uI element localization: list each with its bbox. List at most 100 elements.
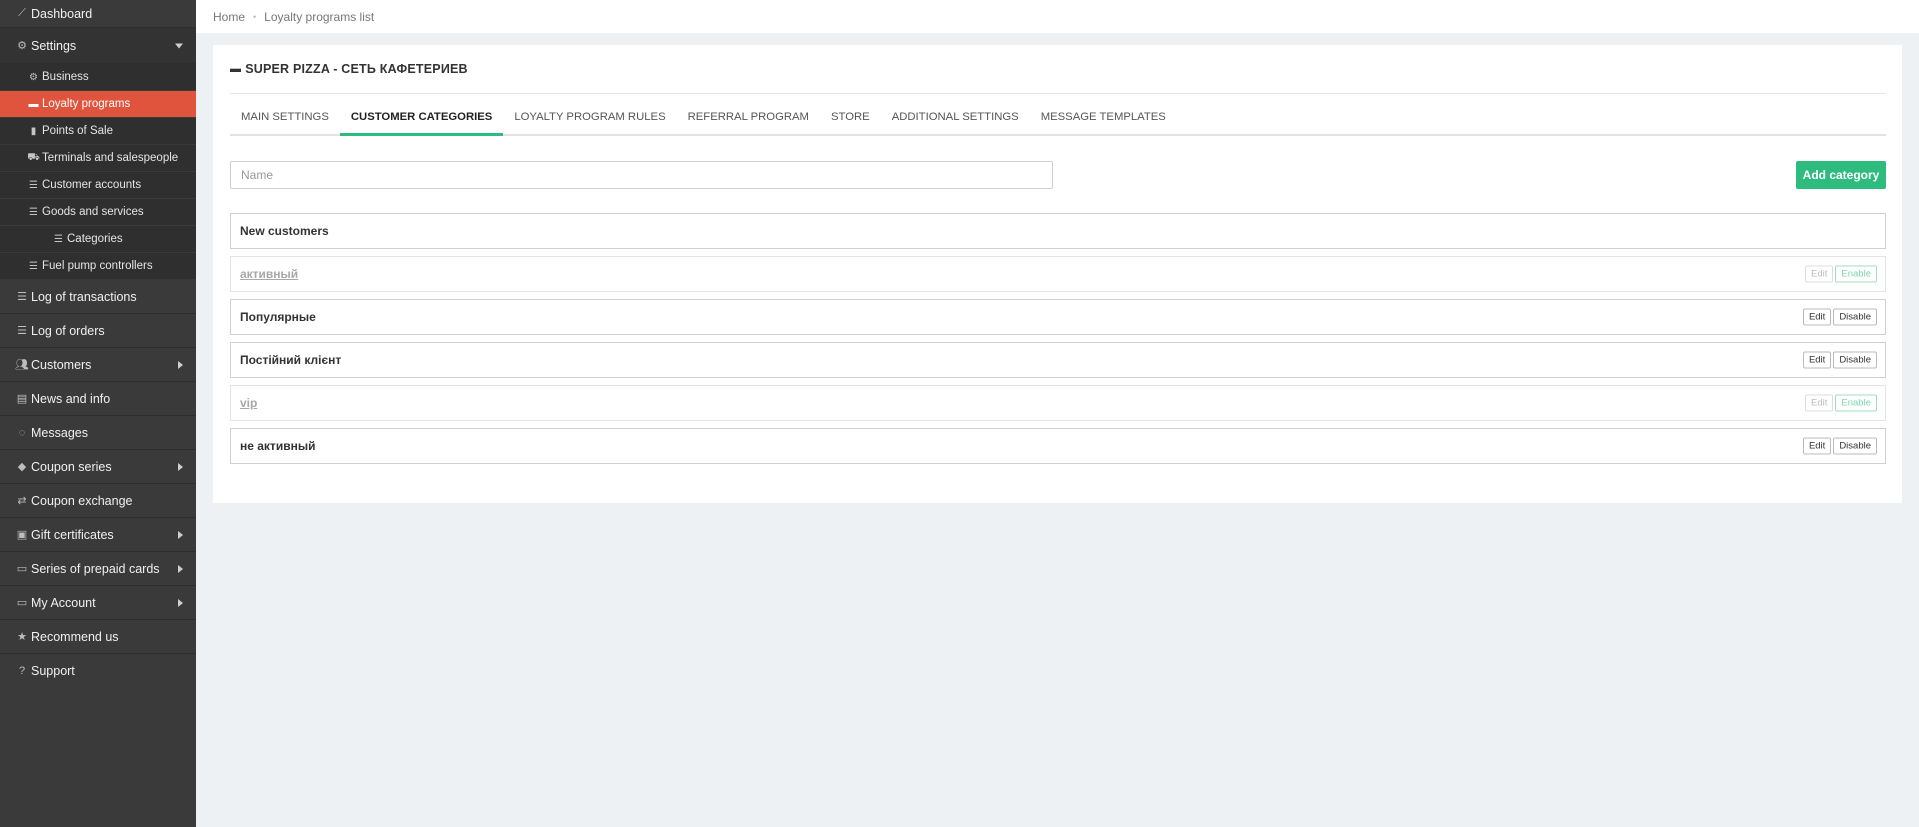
building-icon: ▮ [30, 125, 37, 137]
tab-loyalty-program-rules[interactable]: LOYALTY PROGRAM RULES [503, 101, 676, 134]
sidebar: ⟋ Dashboard ⚙ Settings ⚙ Business ▬ Loya… [0, 0, 196, 827]
category-row: vip Edit Enable [230, 385, 1886, 421]
disable-button[interactable]: Disable [1833, 351, 1877, 369]
list-icon: ☰ [29, 206, 38, 218]
chevron-right-icon [178, 530, 183, 539]
category-name: Популярные [240, 310, 316, 324]
sidebar-item-terminals[interactable]: ⛟ Terminals and salespeople [0, 145, 196, 172]
gear-icon: ⚙ [29, 71, 38, 83]
sidebar-item-gift-certificates[interactable]: ▣ Gift certificates [0, 518, 196, 552]
briefcase-icon: ▬ [230, 63, 242, 75]
credit-card-icon: ▭ [16, 597, 28, 609]
category-name[interactable]: активный [240, 267, 298, 281]
chevron-right-icon [178, 564, 183, 573]
sidebar-item-messages[interactable]: ◌ Messages [0, 416, 196, 450]
row-actions: Edit Disable [1802, 308, 1877, 326]
add-category-button[interactable]: Add category [1796, 161, 1886, 189]
sidebar-item-label: Customer accounts [42, 179, 142, 191]
category-name-input[interactable] [230, 161, 1053, 189]
sidebar-item-customers[interactable]: 👥︎ Customers [0, 348, 196, 382]
category-name: Постійний клієнт [240, 353, 342, 367]
tab-message-templates[interactable]: MESSAGE TEMPLATES [1030, 101, 1177, 134]
sidebar-item-label: Points of Sale [42, 125, 113, 137]
briefcase-icon: ▬ [28, 98, 39, 110]
category-row: активный Edit Enable [230, 256, 1886, 292]
edit-button[interactable]: Edit [1802, 351, 1832, 369]
money-icon: ▭ [16, 563, 28, 575]
sidebar-item-coupon-exchange[interactable]: ⇄ Coupon exchange [0, 484, 196, 518]
sidebar-item-prepaid-cards[interactable]: ▭ Series of prepaid cards [0, 552, 196, 586]
row-actions: Edit Enable [1805, 265, 1877, 283]
sidebar-item-label: Recommend us [31, 629, 119, 644]
list-icon: ☰ [17, 325, 27, 337]
sidebar-item-label: Terminals and salespeople [42, 152, 179, 164]
sidebar-item-label: Support [31, 664, 75, 678]
category-row: не активный Edit Disable [230, 428, 1886, 464]
sidebar-item-log-of-orders[interactable]: ☰ Log of orders [0, 314, 196, 348]
sidebar-item-label: Fuel pump controllers [42, 260, 153, 272]
tab-store[interactable]: STORE [820, 101, 881, 134]
sidebar-item-label: My Account [31, 595, 96, 610]
sidebar-item-label: Customers [31, 357, 92, 372]
page-title-text: SUPER PIZZA - СЕТЬ КАФЕТЕРИЕВ [245, 62, 468, 76]
tab-additional-settings[interactable]: ADDITIONAL SETTINGS [881, 101, 1030, 134]
edit-button[interactable]: Edit [1802, 437, 1832, 455]
gear-icon: ⚙ [17, 40, 27, 52]
question-icon: ? [18, 665, 26, 677]
sidebar-item-points-of-sale[interactable]: ▮ Points of Sale [0, 118, 196, 145]
list-icon: ☰ [29, 179, 38, 191]
sidebar-item-goods-and-services[interactable]: ☰ Goods and services [0, 199, 196, 226]
sidebar-item-support[interactable]: ? Support [0, 654, 196, 688]
enable-button[interactable]: Enable [1835, 265, 1877, 283]
sidebar-item-business[interactable]: ⚙ Business [0, 64, 196, 91]
sidebar-item-coupon-series[interactable]: ◆ Coupon series [0, 450, 196, 484]
sidebar-item-settings[interactable]: ⚙ Settings [0, 28, 196, 64]
tab-bar: MAIN SETTINGS CUSTOMER CATEGORIES LOYALT… [230, 101, 1886, 136]
star-icon: ★ [17, 631, 27, 643]
sidebar-item-label: Business [42, 71, 89, 83]
tab-main-settings[interactable]: MAIN SETTINGS [230, 101, 340, 134]
sidebar-item-label: Coupon series [31, 459, 112, 474]
sidebar-item-label: Log of transactions [31, 289, 137, 304]
category-list: New customers активный Edit Enable Попул… [230, 213, 1886, 471]
sidebar-item-customer-accounts[interactable]: ☰ Customer accounts [0, 172, 196, 199]
comment-icon: ◌ [18, 426, 26, 439]
row-actions: Edit Enable [1805, 394, 1877, 412]
sidebar-item-label: Series of prepaid cards [31, 561, 160, 576]
disable-button[interactable]: Disable [1833, 437, 1877, 455]
chevron-right-icon [178, 598, 183, 607]
row-actions: Edit Disable [1802, 437, 1877, 455]
breadcrumb-current: Loyalty programs list [264, 9, 375, 24]
category-row: New customers [230, 213, 1886, 249]
category-row: Постійний клієнт Edit Disable [230, 342, 1886, 378]
sidebar-item-loyalty-programs[interactable]: ▬ Loyalty programs [0, 91, 196, 118]
users-icon: 👥︎ [15, 359, 29, 371]
sidebar-item-my-account[interactable]: ▭ My Account [0, 586, 196, 620]
list-icon: ☰ [54, 233, 63, 245]
edit-button[interactable]: Edit [1802, 308, 1832, 326]
category-name: не активный [240, 439, 316, 453]
sidebar-item-label: Goods and services [42, 206, 144, 218]
sidebar-item-fuel-pump-controllers[interactable]: ☰ Fuel pump controllers [0, 253, 196, 280]
sidebar-item-label: Dashboard [31, 6, 93, 21]
gift-icon: ▣ [16, 529, 28, 541]
sidebar-item-recommend-us[interactable]: ★ Recommend us [0, 620, 196, 654]
tab-referral-program[interactable]: REFERRAL PROGRAM [677, 101, 820, 134]
sidebar-item-news-and-info[interactable]: ▤ News and info [0, 382, 196, 416]
exchange-icon: ⇄ [17, 495, 27, 507]
sidebar-item-label: Messages [31, 425, 88, 440]
sidebar-item-log-of-transactions[interactable]: ☰ Log of transactions [0, 280, 196, 314]
category-name: New customers [240, 224, 329, 238]
page-title: ▬ SUPER PIZZA - СЕТЬ КАФЕТЕРИЕВ [230, 62, 468, 76]
edit-button[interactable]: Edit [1805, 394, 1834, 412]
breadcrumb-home[interactable]: Home [213, 10, 245, 24]
sidebar-item-dashboard[interactable]: ⟋ Dashboard [0, 0, 196, 28]
enable-button[interactable]: Enable [1835, 394, 1877, 412]
sidebar-item-label: Log of orders [31, 323, 105, 338]
sidebar-item-categories[interactable]: ☰ Categories [0, 226, 196, 253]
tab-customer-categories[interactable]: CUSTOMER CATEGORIES [339, 101, 504, 136]
edit-button[interactable]: Edit [1805, 265, 1834, 283]
category-name[interactable]: vip [240, 396, 257, 410]
settings-submenu: ⚙ Business ▬ Loyalty programs ▮ Points o… [0, 64, 196, 280]
disable-button[interactable]: Disable [1833, 308, 1877, 326]
